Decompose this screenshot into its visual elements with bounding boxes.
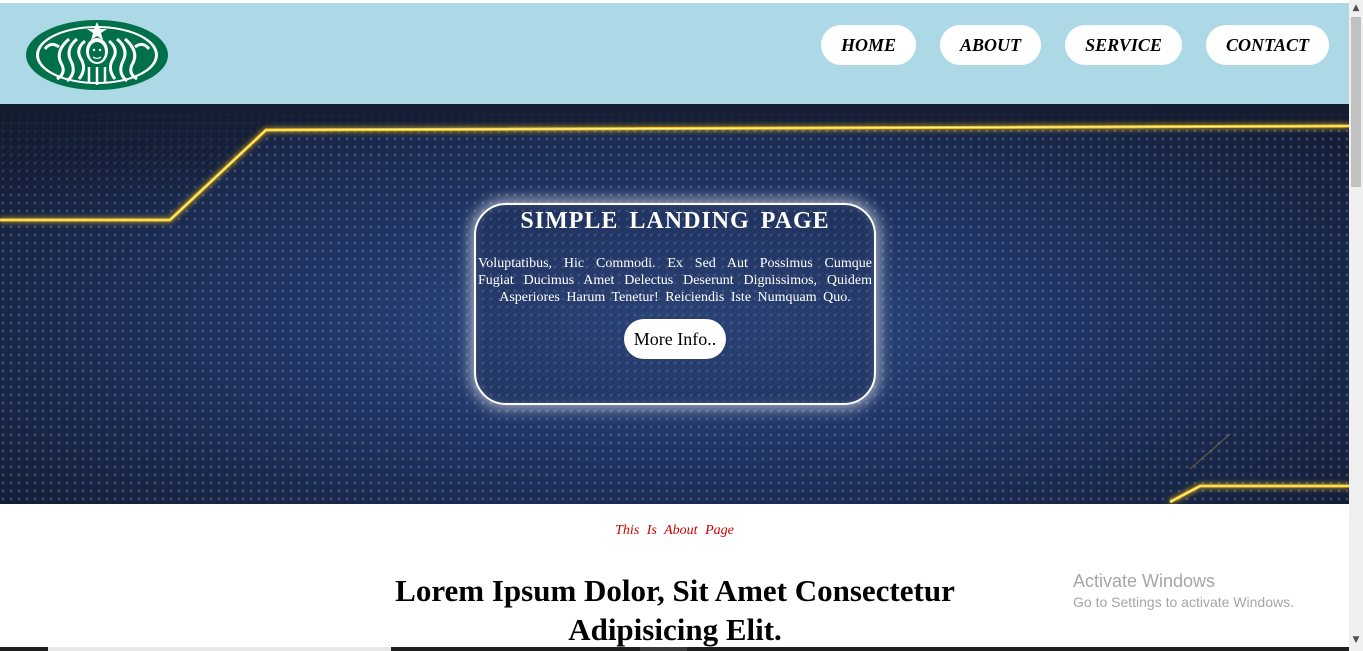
hero-card: SIMPLE LANDING PAGE Voluptatibus, Hic Co…	[474, 203, 876, 405]
more-info-button[interactable]: More Info..	[623, 319, 727, 359]
nav-about-button[interactable]: ABOUT	[940, 25, 1041, 65]
taskbar-app-edge	[640, 647, 687, 651]
hero-section: SIMPLE LANDING PAGE Voluptatibus, Hic Co…	[0, 104, 1349, 504]
activate-windows-subtitle: Go to Settings to activate Windows.	[1073, 594, 1294, 610]
about-caption: This Is About Page	[615, 523, 734, 538]
starbucks-logo[interactable]	[25, 19, 169, 91]
siren-logo-icon	[26, 20, 168, 90]
scroll-down-icon[interactable]: ▼	[1349, 632, 1363, 648]
activate-windows-title: Activate Windows	[1073, 571, 1216, 591]
hero-title: SIMPLE LANDING PAGE	[520, 208, 830, 234]
taskbar-search-edge	[48, 647, 391, 651]
nav-contact-button[interactable]: CONTACT	[1206, 25, 1329, 65]
scroll-up-icon[interactable]: ▲	[1349, 0, 1363, 16]
about-heading: Lorem Ipsum Dolor, Sit Amet Consectetur …	[395, 573, 955, 647]
vertical-scrollbar[interactable]: ▲ ▼	[1349, 0, 1363, 651]
scrollbar-thumb[interactable]	[1351, 17, 1361, 187]
nav-service-button[interactable]: SERVICE	[1065, 25, 1182, 65]
navbar: HOME ABOUT SERVICE CONTACT	[0, 3, 1349, 104]
taskbar-edge	[0, 647, 1349, 651]
activate-windows-watermark: Activate Windows Go to Settings to activ…	[1073, 570, 1294, 612]
hero-description: Voluptatibus, Hic Commodi. Ex Sed Aut Po…	[478, 256, 872, 305]
nav-home-button[interactable]: HOME	[821, 25, 916, 65]
